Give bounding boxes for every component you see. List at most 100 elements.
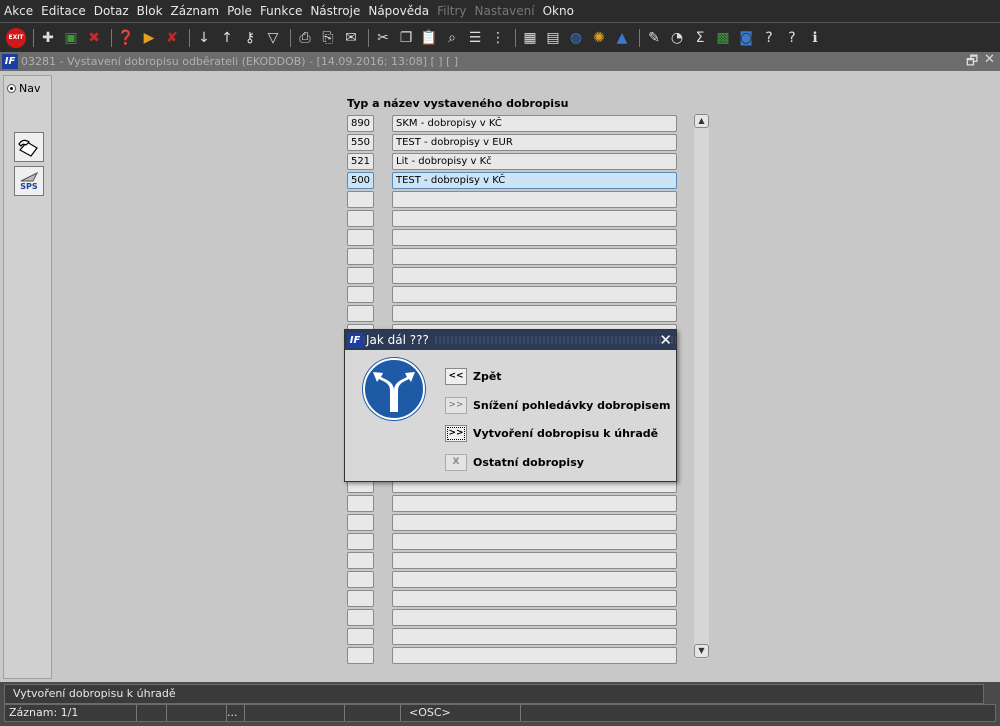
excel-button[interactable]: ▩	[713, 28, 733, 48]
code-field[interactable]	[347, 191, 374, 208]
name-field[interactable]	[392, 609, 677, 626]
code-field[interactable]	[347, 571, 374, 588]
code-field[interactable]	[347, 609, 374, 626]
insert-record-icon: ✚	[42, 29, 54, 46]
editor-button[interactable]: ✎	[644, 28, 664, 48]
code-field[interactable]: 890	[347, 115, 374, 132]
zoom-button[interactable]: ⌕	[442, 28, 462, 48]
print-preview-button[interactable]: ⎘	[318, 28, 338, 48]
name-field[interactable]	[392, 590, 677, 607]
option-button[interactable]: >>	[445, 425, 467, 442]
scrollbar[interactable]: ▲ ▼	[694, 114, 709, 659]
name-field[interactable]	[392, 286, 677, 303]
clock-button[interactable]: ◔	[667, 28, 687, 48]
name-field[interactable]	[392, 571, 677, 588]
menu-okno[interactable]: Okno	[543, 4, 574, 18]
add-record-button[interactable]: ▣	[61, 28, 81, 48]
menu-dotaz[interactable]: Dotaz	[94, 4, 129, 18]
insert-record-button[interactable]: ✚	[38, 28, 58, 48]
menu-nástroje[interactable]: Nástroje	[310, 4, 360, 18]
code-field[interactable]: 550	[347, 134, 374, 151]
name-field[interactable]: Lit - dobropisy v Kč	[392, 153, 677, 170]
list-button[interactable]: ☰	[465, 28, 485, 48]
menu-pole[interactable]: Pole	[227, 4, 252, 18]
nav-radio[interactable]: Nav	[7, 82, 40, 95]
globe-button[interactable]: ◍	[566, 28, 586, 48]
option-button[interactable]: X	[445, 454, 467, 471]
option-button[interactable]: >>	[445, 397, 467, 414]
paste-button[interactable]: 📋	[419, 28, 439, 48]
help-key-button[interactable]: ?	[759, 28, 779, 48]
key-icon: ⚷	[244, 29, 256, 46]
mail-button[interactable]: ✉	[341, 28, 361, 48]
scroll-up-button[interactable]: ▲	[694, 114, 709, 128]
menu-akce[interactable]: Akce	[4, 4, 33, 18]
star-button[interactable]: ✺	[589, 28, 609, 48]
sort-desc-icon: ↑	[221, 29, 233, 46]
dialog-close-button[interactable]: ✕	[659, 331, 672, 349]
menu-blok[interactable]: Blok	[137, 4, 163, 18]
exit-button[interactable]: EXIT	[6, 27, 26, 48]
code-field[interactable]	[347, 267, 374, 284]
sps-button[interactable]: SPS	[14, 166, 44, 196]
code-field[interactable]	[347, 514, 374, 531]
name-field[interactable]	[392, 628, 677, 645]
code-field[interactable]	[347, 495, 374, 512]
code-field[interactable]	[347, 552, 374, 569]
help-button[interactable]: ?	[782, 28, 802, 48]
doc-icon: ▤	[546, 29, 560, 46]
name-field[interactable]: SKM - dobropisy v KČ	[392, 115, 677, 132]
note-button[interactable]: ◙	[736, 28, 756, 48]
code-field[interactable]	[347, 647, 374, 664]
name-field[interactable]: TEST - dobropisy v KČ	[392, 172, 677, 189]
name-field[interactable]	[392, 495, 677, 512]
name-field[interactable]	[392, 533, 677, 550]
doc-button[interactable]: ▤	[543, 28, 563, 48]
name-field[interactable]	[392, 305, 677, 322]
name-field[interactable]: TEST - dobropisy v EUR	[392, 134, 677, 151]
code-field[interactable]	[347, 590, 374, 607]
query-cancel-button[interactable]: ✘	[162, 28, 182, 48]
menu-nápověda[interactable]: Nápověda	[368, 4, 429, 18]
print-button[interactable]: ⎙	[295, 28, 315, 48]
warning-button[interactable]: ▲	[612, 28, 632, 48]
name-field[interactable]	[392, 552, 677, 569]
name-field[interactable]	[392, 514, 677, 531]
code-field[interactable]	[347, 248, 374, 265]
name-field[interactable]	[392, 191, 677, 208]
name-field[interactable]	[392, 210, 677, 227]
code-field[interactable]	[347, 305, 374, 322]
menu-editace[interactable]: Editace	[41, 4, 86, 18]
menu-funkce[interactable]: Funkce	[260, 4, 302, 18]
code-field[interactable]: 500	[347, 172, 374, 189]
excel-icon: ▩	[716, 29, 730, 46]
info-button[interactable]: ℹ	[805, 28, 825, 48]
name-field[interactable]	[392, 647, 677, 664]
sort-asc-button[interactable]: ↓	[194, 28, 214, 48]
filter-button[interactable]: ▽	[263, 28, 283, 48]
code-field[interactable]	[347, 628, 374, 645]
delete-record-button[interactable]: ✖	[84, 28, 104, 48]
calendar-button[interactable]: ▦	[520, 28, 540, 48]
copy-button[interactable]: ❐	[396, 28, 416, 48]
name-field[interactable]	[392, 248, 677, 265]
menu-záznam[interactable]: Záznam	[171, 4, 220, 18]
code-field[interactable]	[347, 286, 374, 303]
code-field[interactable]	[347, 210, 374, 227]
sum-button[interactable]: Σ	[690, 28, 710, 48]
query-button[interactable]: ❓	[116, 28, 136, 48]
scroll-down-button[interactable]: ▼	[694, 644, 709, 658]
query-run-button[interactable]: ▶	[139, 28, 159, 48]
close-window-button[interactable]: ✕	[984, 52, 995, 67]
code-field[interactable]	[347, 533, 374, 550]
tree-button[interactable]: ⋮	[488, 28, 508, 48]
sort-desc-button[interactable]: ↑	[217, 28, 237, 48]
name-field[interactable]	[392, 267, 677, 284]
option-button[interactable]: <<	[445, 368, 467, 385]
code-field[interactable]: 521	[347, 153, 374, 170]
hand-document-button[interactable]	[14, 132, 44, 162]
code-field[interactable]	[347, 229, 374, 246]
key-button[interactable]: ⚷	[240, 28, 260, 48]
cut-button[interactable]: ✂	[373, 28, 393, 48]
name-field[interactable]	[392, 229, 677, 246]
